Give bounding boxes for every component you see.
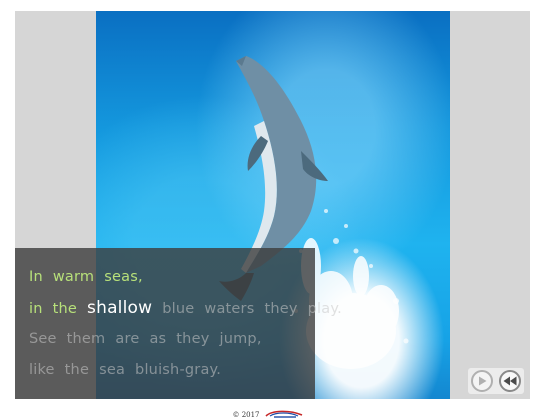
caption-word[interactable]: the	[65, 355, 89, 386]
footer: © 2017	[0, 409, 536, 420]
caption-word[interactable]: sea	[99, 355, 125, 386]
caption-line: like the sea bluish-gray.	[29, 355, 315, 386]
caption-panel: In warm seas, in the shallow blue waters they pla…	[15, 248, 342, 399]
playback-controls	[468, 368, 524, 394]
caption-word[interactable]: See	[29, 324, 57, 355]
caption-line: See them are as they jump,	[29, 324, 315, 355]
rewind-icon	[503, 376, 517, 386]
copyright-text: © 2017	[232, 410, 260, 419]
caption-line: in the shallow blue waters they play.	[29, 293, 342, 325]
caption-word[interactable]: they	[176, 324, 209, 355]
publisher-logo[interactable]	[264, 410, 304, 419]
caption-word[interactable]: blue	[162, 294, 194, 325]
rewind-button[interactable]	[499, 370, 521, 392]
caption-word[interactable]: In	[29, 262, 43, 293]
caption-word[interactable]: bluish-gray.	[135, 355, 221, 386]
publisher-logo-icon	[264, 410, 302, 418]
caption-word[interactable]: are	[115, 324, 139, 355]
caption-word[interactable]: waters	[204, 294, 254, 325]
caption-word[interactable]: seas,	[104, 262, 143, 293]
caption-line: In warm seas,	[29, 262, 315, 293]
caption-word[interactable]: jump,	[219, 324, 261, 355]
caption-word[interactable]: in	[29, 294, 43, 325]
caption-word[interactable]: play.	[308, 294, 342, 325]
caption-word[interactable]: warm	[53, 262, 94, 293]
caption-word[interactable]: the	[53, 294, 77, 325]
caption-word[interactable]: as	[149, 324, 166, 355]
caption-word-current[interactable]: shallow	[87, 293, 152, 324]
caption-text: In warm seas, in the shallow blue waters they pla…	[29, 262, 342, 386]
play-button[interactable]	[471, 370, 493, 392]
story-frame: In warm seas, in the shallow blue waters they pla…	[15, 11, 530, 399]
caption-word[interactable]: like	[29, 355, 55, 386]
play-icon	[479, 376, 487, 386]
caption-word[interactable]: them	[67, 324, 106, 355]
caption-word[interactable]: they	[264, 294, 297, 325]
